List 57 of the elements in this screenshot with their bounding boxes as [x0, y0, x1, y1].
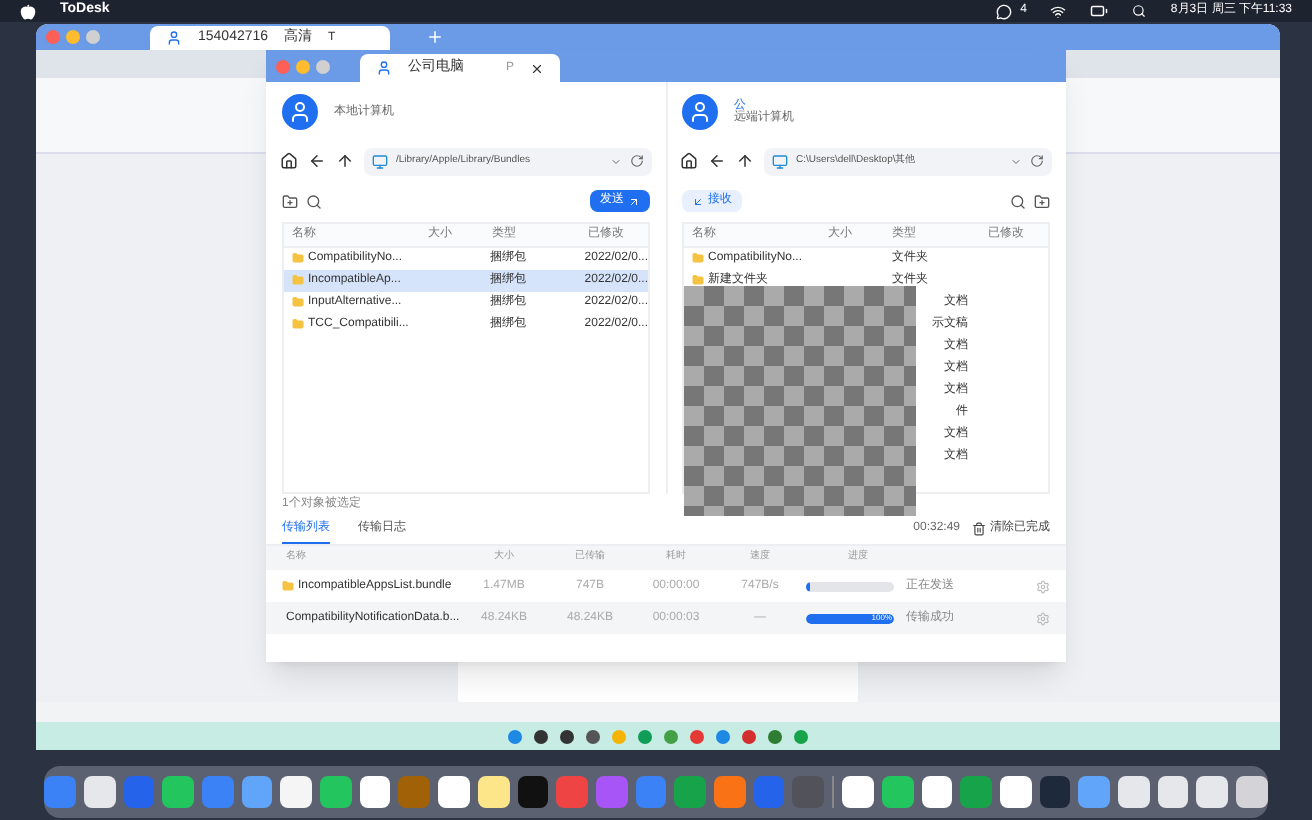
chat-icon[interactable] [996, 3, 1013, 19]
dock-app-icon[interactable] [162, 776, 194, 808]
wifi-icon[interactable] [1050, 3, 1067, 19]
dock-app-icon[interactable] [517, 776, 549, 808]
user-icon [166, 30, 182, 46]
folder-icon [282, 580, 294, 592]
battery-icon[interactable] [1090, 2, 1109, 20]
dock-app-icon[interactable] [1118, 776, 1150, 808]
new-folder-icon[interactable] [282, 193, 298, 210]
refresh-icon[interactable] [630, 154, 644, 169]
up-icon[interactable] [336, 152, 354, 171]
avatar-icon [282, 93, 318, 130]
dock-app-icon[interactable] [1157, 776, 1189, 808]
folder-icon [692, 252, 704, 265]
new-tab-icon[interactable] [426, 28, 444, 46]
zoom-light-icon[interactable] [316, 59, 330, 73]
avatar-icon [682, 93, 718, 130]
dock-app-icon[interactable] [320, 776, 352, 808]
zoom-light-icon[interactable] [86, 30, 100, 44]
dock-app-icon[interactable] [1236, 776, 1268, 808]
arrow-icon [692, 195, 704, 208]
search-icon[interactable] [306, 193, 322, 210]
dock-app-icon[interactable] [359, 776, 391, 808]
search-icon[interactable] [1010, 193, 1026, 210]
back-icon[interactable] [308, 152, 326, 171]
monitor-icon [772, 153, 788, 170]
dock-app-icon[interactable] [1039, 776, 1071, 808]
dropdown-icon[interactable] [1010, 155, 1022, 168]
home-icon[interactable] [280, 152, 298, 171]
dock-app-icon[interactable] [83, 776, 116, 808]
folder-icon [692, 274, 704, 287]
arrow-icon [628, 195, 640, 208]
monitor-icon [372, 153, 388, 170]
user-icon [376, 60, 392, 76]
up-icon[interactable] [736, 152, 754, 171]
dock-app-icon[interactable] [842, 776, 874, 808]
folder-icon [292, 296, 304, 309]
dock-app-icon[interactable] [1196, 776, 1229, 808]
home-icon[interactable] [680, 152, 698, 171]
dock-app-icon[interactable] [438, 776, 470, 808]
folder-icon [292, 318, 304, 331]
dock-app-icon[interactable] [999, 776, 1032, 808]
dock-app-icon[interactable] [477, 776, 510, 808]
dock-app-icon[interactable] [280, 776, 313, 808]
trash-icon [972, 522, 986, 536]
settings-icon[interactable] [1036, 579, 1050, 593]
refresh-icon[interactable] [1030, 154, 1044, 169]
back-icon[interactable] [708, 152, 726, 171]
folder-icon [292, 252, 304, 265]
new-folder-icon[interactable] [1034, 193, 1050, 210]
settings-icon[interactable] [1036, 611, 1050, 625]
dock-app-icon[interactable] [921, 776, 953, 808]
folder-icon [292, 274, 304, 287]
dropdown-icon[interactable] [610, 155, 622, 168]
apple-icon[interactable] [20, 3, 36, 19]
close-icon[interactable] [530, 61, 544, 75]
dock-app-icon[interactable] [881, 776, 914, 808]
